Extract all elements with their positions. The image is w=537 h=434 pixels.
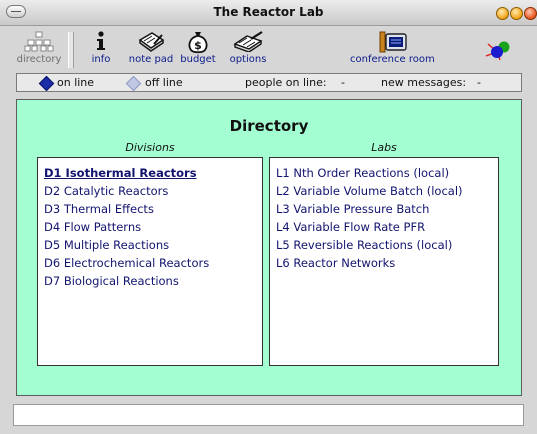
division-item-d3[interactable]: D3 Thermal Effects	[44, 200, 262, 218]
conference-room-icon	[350, 30, 434, 54]
status-bar: on line off line people on line: - new m…	[16, 73, 522, 92]
directory-panel: Directory Divisions Labs D1 Isothermal R…	[16, 99, 522, 396]
directory-icon	[14, 30, 64, 54]
directory-title: Directory	[229, 117, 309, 135]
budget-button[interactable]: $ budget	[180, 30, 216, 70]
division-item-d2[interactable]: D2 Catalytic Reactors	[44, 182, 262, 200]
division-item-d1[interactable]: D1 Isothermal Reactors	[44, 164, 262, 182]
lab-item-l1[interactable]: L1 Nth Order Reactions (local)	[276, 164, 498, 182]
conference-room-button[interactable]: conference room	[350, 30, 435, 70]
info-icon	[88, 30, 114, 54]
lab-item-l4[interactable]: L4 Variable Flow Rate PFR	[276, 218, 498, 236]
divisions-header: Divisions	[125, 141, 175, 154]
conference-room-label: conference room	[350, 54, 435, 65]
lab-item-l5[interactable]: L5 Reversible Reactions (local)	[276, 236, 498, 254]
directory-button[interactable]: directory	[14, 30, 64, 70]
labs-list: L1 Nth Order Reactions (local) L2 Variab…	[269, 157, 499, 366]
division-item-d5[interactable]: D5 Multiple Reactions	[44, 236, 262, 254]
options-label: options	[229, 54, 267, 65]
online-radio[interactable]	[38, 75, 55, 92]
message-input[interactable]	[13, 404, 524, 426]
window-title: The Reactor Lab	[213, 5, 324, 19]
minimize-icon[interactable]	[496, 7, 509, 20]
title-bar: The Reactor Lab	[0, 0, 537, 26]
offline-label: off line	[145, 76, 183, 89]
online-label: on line	[57, 76, 95, 89]
budget-label: budget	[180, 54, 216, 65]
svg-text:$: $	[194, 39, 202, 52]
lab-item-l2[interactable]: L2 Variable Volume Batch (local)	[276, 182, 498, 200]
notepad-icon	[128, 30, 174, 54]
directory-label: directory	[16, 54, 62, 65]
options-button[interactable]: options	[226, 30, 270, 70]
labs-header: Labs	[371, 141, 397, 154]
offline-radio[interactable]	[125, 75, 142, 92]
divisions-list: D1 Isothermal Reactors D2 Catalytic Reac…	[37, 157, 263, 366]
lab-item-l6[interactable]: L6 Reactor Networks	[276, 254, 498, 272]
close-icon[interactable]	[524, 7, 537, 20]
info-label: info	[91, 54, 111, 65]
new-messages-value: -	[477, 76, 481, 89]
zoom-icon[interactable]	[510, 7, 523, 20]
people-online-value: -	[341, 76, 345, 89]
division-item-d7[interactable]: D7 Biological Reactions	[44, 272, 262, 290]
toolbar-separator	[68, 32, 74, 68]
people-online-label: people on line:	[245, 76, 327, 89]
lab-item-l3[interactable]: L3 Variable Pressure Batch	[276, 200, 498, 218]
molecule-logo-icon	[484, 38, 516, 64]
division-item-d4[interactable]: D4 Flow Patterns	[44, 218, 262, 236]
new-messages-label: new messages:	[381, 76, 467, 89]
notepad-button[interactable]: note pad	[128, 30, 174, 70]
options-icon	[226, 30, 270, 54]
division-item-d6[interactable]: D6 Electrochemical Reactors	[44, 254, 262, 272]
toolbar: directory info note pad $ budget options…	[0, 26, 537, 72]
notepad-label: note pad	[128, 54, 174, 65]
budget-icon: $	[180, 30, 216, 54]
info-button[interactable]: info	[88, 30, 114, 70]
